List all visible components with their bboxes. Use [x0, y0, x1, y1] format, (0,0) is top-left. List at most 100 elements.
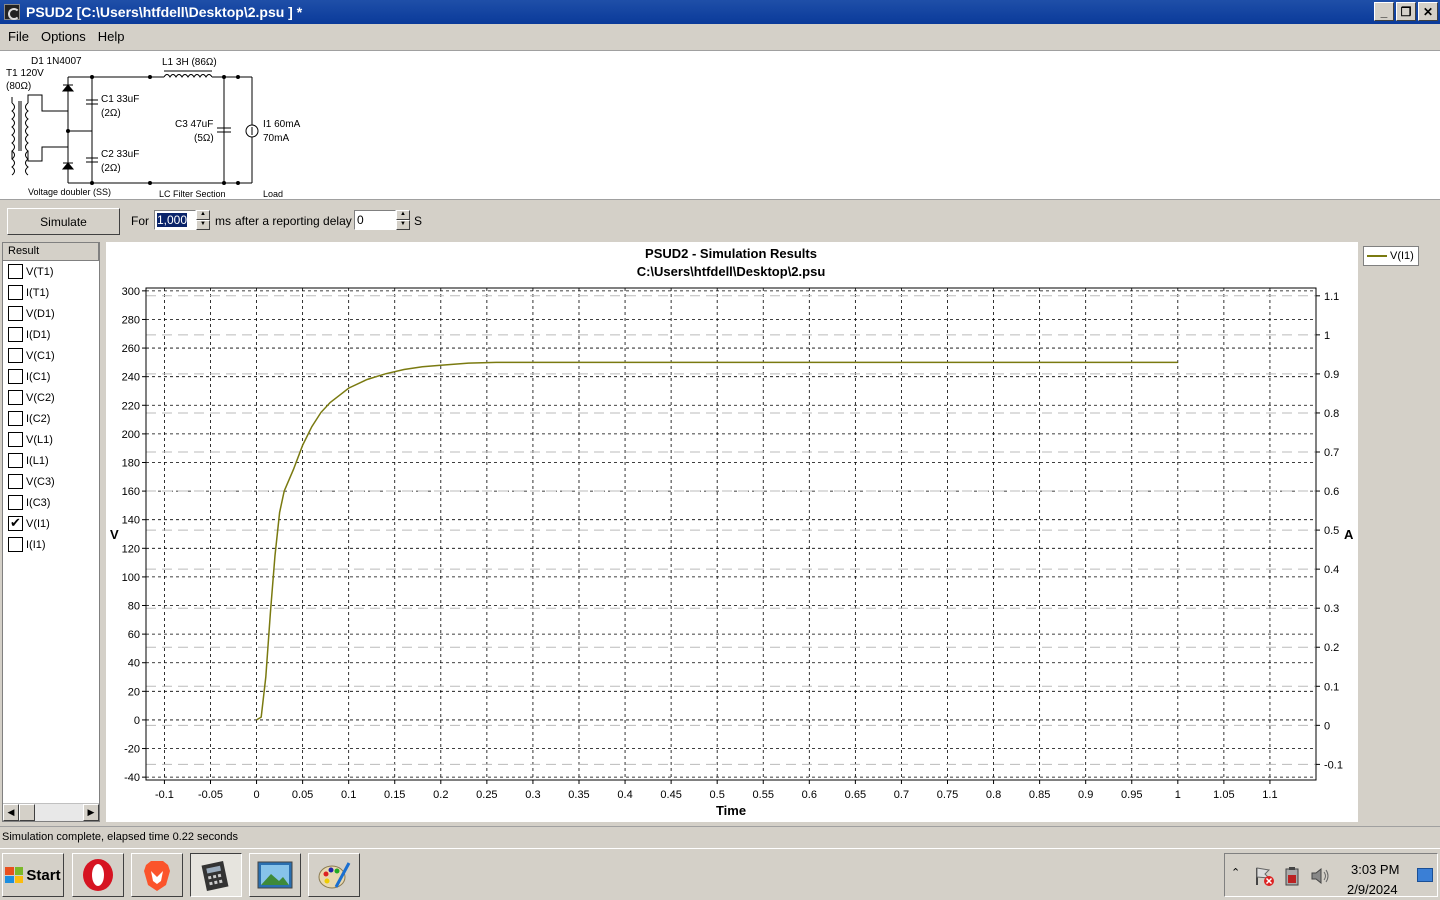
x-tick-label: 0.7: [894, 789, 909, 801]
opera-taskbar-button[interactable]: [72, 853, 124, 897]
result-item-label: I(I1): [26, 538, 46, 551]
result-item[interactable]: V(C2): [3, 387, 99, 408]
x-tick-label: 0.1: [341, 789, 356, 801]
c1-r-label: (2Ω): [101, 108, 121, 119]
brave-taskbar-button[interactable]: [131, 853, 183, 897]
result-item[interactable]: V(C1): [3, 345, 99, 366]
close-button[interactable]: ✕: [1418, 2, 1438, 21]
simulate-button[interactable]: Simulate: [7, 208, 120, 235]
result-item-label: V(C2): [26, 391, 55, 404]
c1-label: C1 33uF: [101, 94, 139, 105]
paint-taskbar-button[interactable]: [308, 853, 360, 897]
y-tick-label: 80: [128, 601, 140, 613]
c3-label: C3 47uF: [175, 119, 213, 130]
section-lc-filter: LC Filter Section: [159, 189, 226, 199]
psud2-taskbar-button[interactable]: [190, 853, 242, 897]
status-bar: Simulation complete, elapsed time 0.22 s…: [0, 826, 1440, 846]
scroll-left-icon[interactable]: ◀: [3, 804, 19, 821]
title-bar: PSUD2 [C:\Users\htfdell\Desktop\2.psu ] …: [0, 0, 1440, 24]
checkbox[interactable]: [8, 453, 23, 468]
menu-options[interactable]: Options: [35, 29, 92, 44]
c3-r-label: (5Ω): [194, 133, 214, 144]
y2-tick-label: 0.3: [1324, 603, 1339, 615]
checkbox[interactable]: [8, 390, 23, 405]
checkbox[interactable]: [8, 537, 23, 552]
app-icon: [4, 4, 20, 20]
checkbox[interactable]: [8, 327, 23, 342]
y2-tick-label: 0.7: [1324, 447, 1339, 459]
start-button[interactable]: Start: [2, 853, 64, 897]
checkbox[interactable]: [8, 474, 23, 489]
x-tick-label: -0.05: [198, 789, 223, 801]
x-tick-label: 0.3: [525, 789, 540, 801]
legend-entry[interactable]: V(I1): [1363, 246, 1419, 266]
legend-label: V(I1): [1390, 250, 1414, 262]
clock-time[interactable]: 3:03 PM: [1351, 862, 1399, 877]
delay-spinner[interactable]: ▲ ▼: [396, 210, 410, 230]
result-list: Result V(T1) I(T1) V(D1) I(D1) V(C1) I(C1) V(C…: [2, 242, 100, 822]
show-hidden-icons-icon[interactable]: ⌃: [1231, 866, 1240, 879]
result-item[interactable]: I(T1): [3, 282, 99, 303]
result-item-label: I(L1): [26, 454, 49, 467]
y2-tick-label: 1.1: [1324, 291, 1339, 303]
result-item-label: I(T1): [26, 286, 50, 299]
result-item-label: V(C3): [26, 475, 55, 488]
result-item[interactable]: I(C3): [3, 492, 99, 513]
checkbox[interactable]: [8, 285, 23, 300]
scroll-thumb[interactable]: [19, 804, 35, 821]
x-tick-label: 0.65: [845, 789, 866, 801]
result-item[interactable]: V(D1): [3, 303, 99, 324]
chart-area: PSUD2 - Simulation Results C:\Users\htfd…: [106, 242, 1358, 822]
x-tick-label: -0.1: [155, 789, 174, 801]
power-icon[interactable]: [1281, 865, 1303, 887]
delay-input[interactable]: 0: [354, 210, 396, 230]
schematic-diagram[interactable]: D1 1N4007 T1 120V (80Ω) L1 3H (86Ω) C1 3…: [0, 51, 320, 201]
y2-tick-label: 0: [1324, 720, 1330, 732]
checkbox[interactable]: [8, 411, 23, 426]
action-center-icon[interactable]: [1253, 865, 1275, 887]
c2-r-label: (2Ω): [101, 163, 121, 174]
y2-tick-label: 0.9: [1324, 369, 1339, 381]
duration-input[interactable]: 1,000: [154, 210, 196, 230]
checkbox-checked[interactable]: ✔: [8, 516, 23, 531]
menu-file[interactable]: File: [2, 29, 35, 44]
result-item[interactable]: V(T1): [3, 261, 99, 282]
x-tick-label: 1.05: [1213, 789, 1234, 801]
result-item[interactable]: ✔ V(I1): [3, 513, 99, 534]
taskbar: Start ⌃ 3:03 PM 2/9/2024: [0, 848, 1440, 900]
horizontal-scrollbar[interactable]: ◀ ▶: [3, 803, 99, 821]
result-item[interactable]: I(C2): [3, 408, 99, 429]
result-item[interactable]: V(L1): [3, 429, 99, 450]
y-tick-label: -20: [124, 744, 140, 756]
result-item-label: V(T1): [26, 265, 54, 278]
result-item[interactable]: I(D1): [3, 324, 99, 345]
windows-logo-icon: [5, 867, 24, 883]
simulation-toolbar: Simulate For 1,000 ▲ ▼ ms after a reporti…: [0, 204, 1440, 238]
scroll-right-icon[interactable]: ▶: [83, 804, 99, 821]
result-header[interactable]: Result: [3, 243, 99, 261]
result-item[interactable]: I(I1): [3, 534, 99, 555]
checkbox[interactable]: [8, 432, 23, 447]
checkbox[interactable]: [8, 369, 23, 384]
photo-viewer-taskbar-button[interactable]: [249, 853, 301, 897]
checkbox[interactable]: [8, 495, 23, 510]
restore-button[interactable]: ❐: [1396, 2, 1416, 21]
clock-date[interactable]: 2/9/2024: [1347, 882, 1398, 897]
checkbox[interactable]: [8, 306, 23, 321]
legend-panel: V(I1): [1358, 242, 1440, 822]
y-tick-label: 20: [128, 686, 140, 698]
result-item[interactable]: V(C3): [3, 471, 99, 492]
spin-down-icon: ▼: [196, 220, 210, 230]
result-item[interactable]: I(L1): [3, 450, 99, 471]
volume-icon[interactable]: [1309, 865, 1331, 887]
result-item-label: I(C2): [26, 412, 51, 425]
checkbox[interactable]: [8, 348, 23, 363]
result-item[interactable]: I(C1): [3, 366, 99, 387]
duration-spinner[interactable]: ▲ ▼: [196, 210, 210, 230]
checkbox[interactable]: [8, 264, 23, 279]
menu-help[interactable]: Help: [92, 29, 131, 44]
minimize-button[interactable]: _: [1374, 2, 1394, 21]
show-desktop-icon[interactable]: [1417, 868, 1433, 882]
x-tick-label: 0.4: [617, 789, 632, 801]
x-tick-label: 0.55: [753, 789, 774, 801]
